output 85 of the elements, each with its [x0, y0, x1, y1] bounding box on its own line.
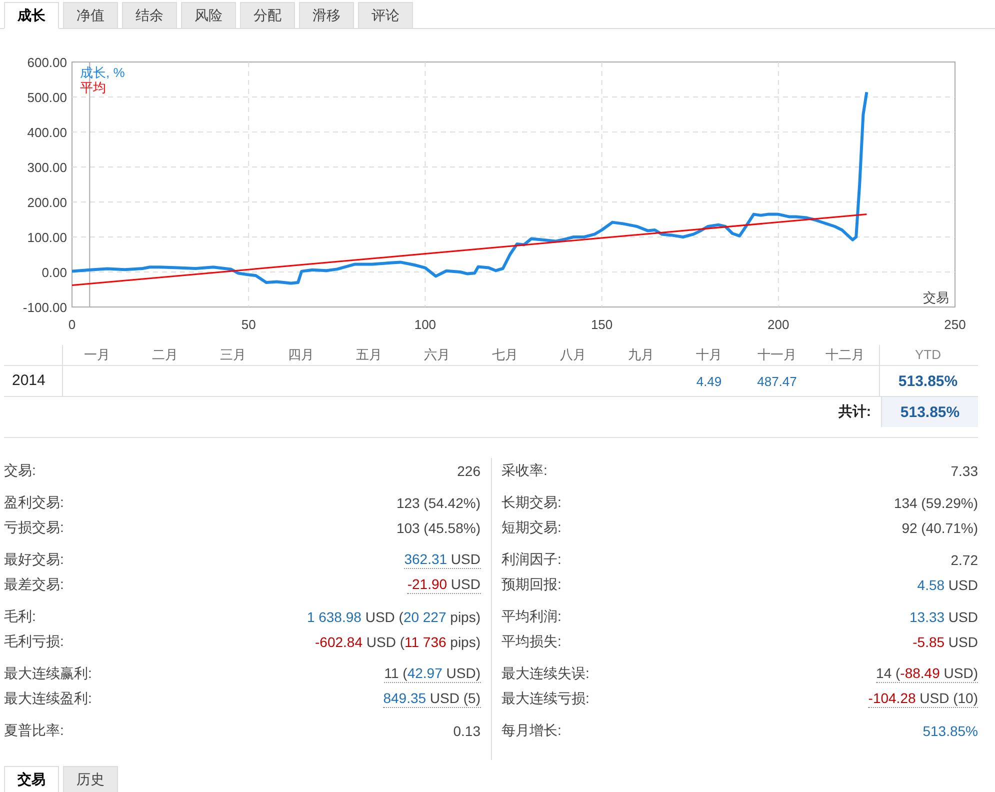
stat-label: 最大连续亏损:	[502, 690, 590, 708]
y-axis-label: 200.00	[27, 195, 67, 210]
y-axis-label: -100.00	[22, 300, 67, 315]
stat-label: 最好交易:	[4, 550, 64, 568]
table-cell: 4.49	[696, 374, 722, 388]
ytd-value: 513.85%	[898, 372, 958, 390]
x-axis-label: 200	[768, 317, 790, 332]
column-header: 六月	[423, 346, 451, 364]
column-header: 十月	[695, 346, 723, 364]
column-header: YTD	[879, 345, 976, 365]
tab[interactable]: 净值	[63, 2, 118, 29]
stat-value: 1 638.98 USD (20 227 pips)	[306, 608, 480, 626]
stat-label: 短期交易:	[502, 518, 562, 536]
tab[interactable]: 历史	[63, 766, 118, 792]
stat-value: 0.13	[453, 722, 480, 740]
y-axis-label: 300.00	[27, 160, 67, 175]
column-header: 四月	[287, 346, 315, 364]
tab[interactable]: 成长	[4, 2, 59, 29]
stat-value: 362.31 USD	[404, 550, 480, 569]
y-axis-label: 500.00	[27, 90, 67, 105]
stat-label: 平均利润:	[502, 608, 562, 626]
stat-label: 夏普比率:	[4, 722, 64, 740]
stat-value: 849.35 USD (5)	[383, 689, 480, 708]
stat-value: 2.72	[950, 550, 978, 568]
stat-label: 最大连续失误:	[502, 664, 590, 682]
stat-label: 每月增长:	[502, 722, 562, 740]
y-axis-label: 400.00	[27, 125, 67, 140]
column-header: 三月	[219, 346, 247, 364]
stat-value: 13.33 USD	[910, 608, 978, 626]
stat-label: 最大连续赢利:	[4, 664, 92, 682]
tab[interactable]: 评论	[358, 2, 413, 29]
stat-value: 92 (40.71%)	[902, 518, 978, 536]
table-cell: 487.47	[757, 374, 797, 388]
stat-value: -21.90 USD	[407, 575, 480, 594]
stat-label: 亏损交易:	[4, 518, 64, 536]
legend-label: 成长, %	[80, 65, 125, 80]
stat-value: 14 (-88.49 USD)	[876, 664, 978, 683]
stat-value: 123 (54.42%)	[396, 494, 480, 512]
stat-value: 134 (59.29%)	[894, 494, 978, 512]
y-axis-label: 0.00	[42, 265, 67, 280]
tab[interactable]: 结余	[122, 2, 177, 29]
stat-value: 513.85%	[922, 722, 978, 740]
year-cell: 2014	[4, 366, 63, 396]
x-axis-label: 100	[414, 317, 436, 332]
column-header: 十二月	[824, 346, 866, 364]
column-header: 一月	[83, 346, 111, 364]
column-header: 五月	[355, 346, 383, 364]
stat-label: 预期回报:	[502, 576, 562, 594]
column-header: 二月	[151, 346, 179, 364]
stat-value: 7.33	[950, 462, 978, 480]
stat-value: 103 (45.58%)	[396, 518, 480, 536]
stat-label: 长期交易:	[502, 494, 562, 512]
stat-label: 最大连续盈利:	[4, 690, 92, 708]
stat-value: 11 (42.97 USD)	[384, 664, 480, 683]
stat-label: 最差交易:	[4, 576, 64, 594]
column-header: 七月	[491, 346, 519, 364]
tab[interactable]: 风险	[181, 2, 236, 29]
x-axis-title: 交易	[923, 290, 949, 305]
legend-label: 平均	[80, 80, 106, 95]
stat-value: -5.85 USD	[912, 632, 978, 650]
column-header: 八月	[559, 346, 587, 364]
tab[interactable]: 滑移	[299, 2, 354, 29]
x-axis-label: 250	[944, 317, 966, 332]
stat-label: 毛利亏损:	[4, 632, 64, 650]
column-header: 十一月	[756, 346, 798, 364]
tab[interactable]: 交易	[4, 766, 59, 792]
y-axis-label: 100.00	[27, 230, 67, 245]
stat-value: -602.84 USD (11 736 pips)	[315, 632, 480, 650]
column-header: 九月	[627, 346, 655, 364]
stat-label: 盈利交易:	[4, 494, 64, 512]
stat-value: 4.58 USD	[917, 576, 978, 594]
total-label: 共计:	[838, 403, 872, 421]
y-axis-label: 600.00	[27, 55, 67, 70]
x-axis-label: 50	[241, 317, 256, 332]
stat-value: -104.28 USD (10)	[868, 689, 978, 708]
stat-label: 交易:	[4, 462, 36, 480]
stat-label: 平均损失:	[502, 632, 562, 650]
stat-label: 采收率:	[502, 462, 548, 480]
tab[interactable]: 分配	[240, 2, 295, 29]
stat-label: 毛利:	[4, 608, 36, 626]
x-axis-label: 0	[68, 317, 76, 332]
total-value: 513.85%	[900, 404, 960, 420]
stat-value: 226	[457, 462, 480, 480]
x-axis-label: 150	[590, 317, 613, 332]
stat-label: 利润因子:	[502, 550, 562, 568]
